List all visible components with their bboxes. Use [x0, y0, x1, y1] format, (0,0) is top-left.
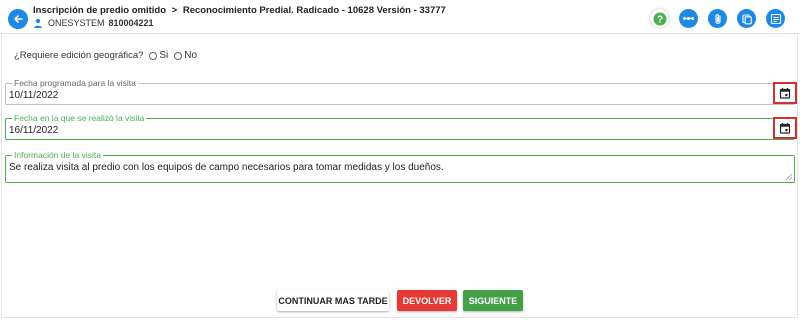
svg-text:?: ? [656, 14, 662, 25]
fecha-realizada-value[interactable]: 16/11/2022 [9, 125, 58, 136]
flow-icon [683, 17, 694, 20]
attachment-icon [714, 13, 721, 24]
devolver-button[interactable]: DEVOLVER [397, 290, 457, 311]
informacion-visita-label: Información de la visita [12, 150, 103, 160]
informacion-visita-value[interactable]: Se realiza visita al predio con los equi… [9, 162, 444, 173]
back-arrow-icon [14, 15, 23, 23]
header-bar: Inscripción de predio omitido > Reconoci… [0, 0, 800, 34]
fecha-programada-field[interactable]: Fecha programada para la visita 10/11/20… [5, 78, 795, 105]
radio-si-label[interactable]: Si [159, 50, 168, 61]
calendar-icon [779, 123, 791, 134]
breadcrumb-separator: > [171, 5, 178, 16]
fecha-realizada-calendar-button[interactable] [773, 117, 797, 139]
help-button[interactable]: ? [650, 9, 669, 28]
help-icon: ? [653, 12, 666, 25]
flow-button[interactable] [679, 9, 698, 28]
documents-icon [741, 13, 752, 24]
notes-icon [770, 13, 781, 24]
breadcrumb: Inscripción de predio omitido > Reconoci… [33, 5, 446, 16]
fecha-programada-label: Fecha programada para la visita [12, 78, 138, 88]
breadcrumb-item-actividad: Reconocimiento Predial. Radicado - 10628… [182, 5, 446, 16]
geo-edit-label: ¿Requiere edición geográfica? [14, 50, 144, 61]
continuar-mas-tarde-button[interactable]: CONTINUAR MAS TARDE [277, 290, 389, 311]
geo-edit-question: ¿Requiere edición geográfica? Si No [14, 50, 197, 61]
radio-no-label[interactable]: No [184, 50, 197, 61]
fecha-realizada-label: Fecha en la que se realizó la visita [12, 113, 147, 123]
fecha-realizada-field[interactable]: Fecha en la que se realizó la visita 16/… [5, 113, 795, 140]
user-icon [34, 18, 42, 28]
user-id: 810004221 [108, 18, 154, 28]
radio-si[interactable] [149, 51, 158, 60]
breadcrumb-item-proceso[interactable]: Inscripción de predio omitido [33, 5, 166, 16]
siguiente-button[interactable]: SIGUIENTE [463, 290, 523, 311]
resize-handle-icon[interactable] [786, 174, 792, 180]
informacion-visita-textarea[interactable]: Información de la visita Se realiza visi… [5, 150, 795, 183]
fecha-programada-calendar-button[interactable] [773, 82, 797, 104]
calendar-icon [779, 88, 791, 99]
user-info: ONESYSTEM 810004221 [33, 18, 154, 28]
back-button[interactable] [8, 9, 28, 29]
fecha-programada-value[interactable]: 10/11/2022 [9, 90, 58, 101]
attachments-button[interactable] [708, 9, 727, 28]
notes-button[interactable] [766, 9, 785, 28]
documents-button[interactable] [737, 9, 756, 28]
user-name: ONESYSTEM [48, 18, 105, 28]
radio-no[interactable] [174, 51, 183, 60]
